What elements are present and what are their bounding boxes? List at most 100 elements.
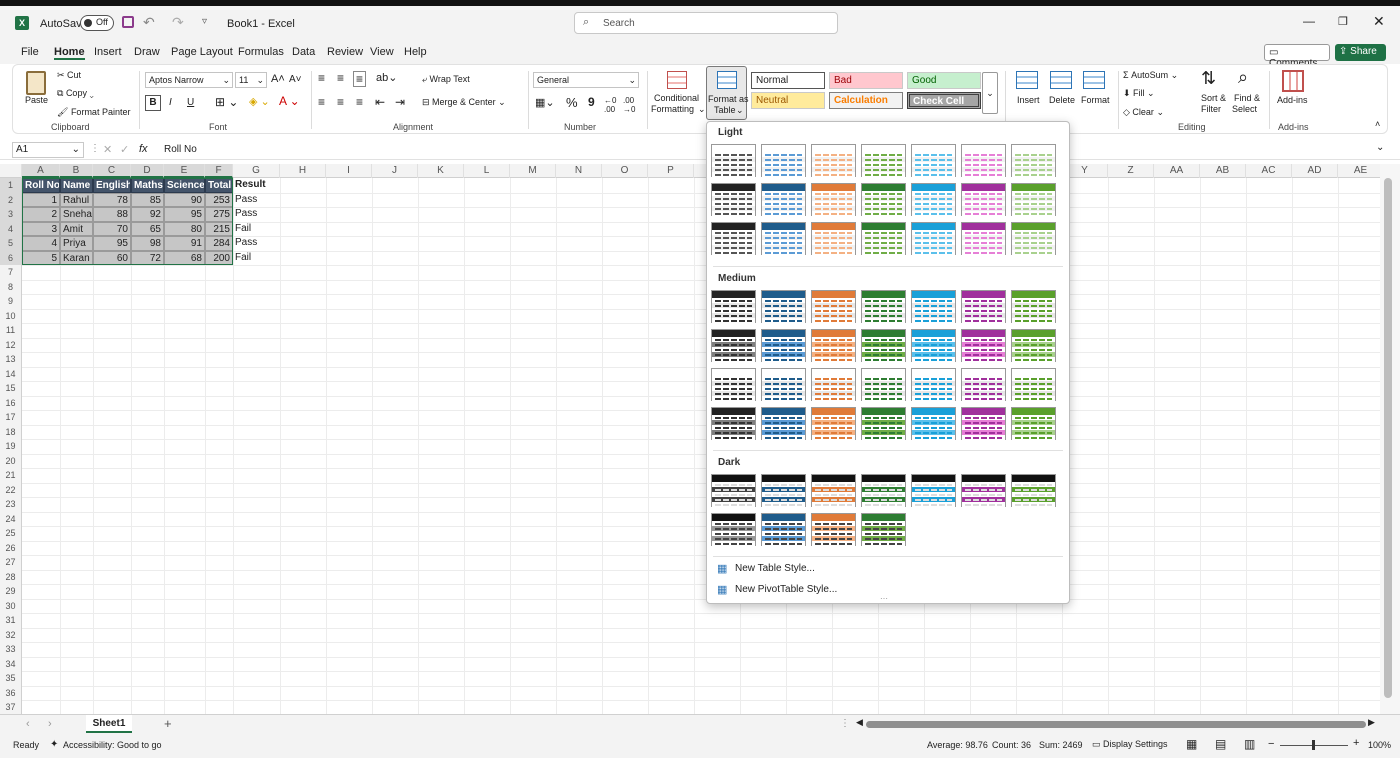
table-cell[interactable]: Karan (60, 250, 93, 265)
style-gallery-more-button[interactable]: ⌄ (982, 72, 998, 114)
style-calculation[interactable]: Calculation (829, 92, 903, 109)
table-style-dark[interactable] (861, 513, 906, 546)
row-header-28[interactable]: 28 (0, 569, 22, 584)
format-cells-label[interactable]: Format (1081, 95, 1110, 105)
table-style-medium[interactable] (711, 407, 756, 440)
decrease-font-icon[interactable]: A˅ (289, 74, 302, 85)
table-cell[interactable]: Amit (60, 221, 93, 236)
zoom-out-icon[interactable]: − (1268, 738, 1274, 750)
table-style-light[interactable] (961, 222, 1006, 255)
fill-color-icon[interactable]: ◈ ⌄ (249, 95, 270, 108)
page-break-view-icon[interactable]: ▥ (1244, 737, 1255, 751)
table-style-light[interactable] (811, 144, 856, 177)
paste-icon[interactable] (26, 71, 46, 95)
row-header-34[interactable]: 34 (0, 656, 22, 671)
table-cell[interactable]: 72 (131, 250, 164, 265)
table-style-light[interactable] (811, 183, 856, 216)
autosave-toggle[interactable]: Off (80, 15, 114, 31)
column-header-K[interactable]: K (418, 164, 464, 178)
row-header-22[interactable]: 22 (0, 482, 22, 497)
comma-style-button[interactable]: 9 (588, 95, 595, 109)
table-style-dark[interactable] (711, 474, 756, 507)
table-cell[interactable]: 68 (164, 250, 205, 265)
expand-formula-icon[interactable]: ⌄ (1376, 142, 1384, 153)
column-header-N[interactable]: N (556, 164, 602, 178)
row-header-3[interactable]: 3 (0, 207, 22, 222)
cut-button[interactable]: ✂ Cut (57, 70, 81, 81)
table-style-medium[interactable] (911, 329, 956, 362)
delete-cells-icon[interactable] (1050, 71, 1072, 89)
table-style-dark[interactable] (811, 513, 856, 546)
table-style-medium[interactable] (861, 407, 906, 440)
increase-decimal-icon[interactable]: ←0.00 (604, 96, 616, 114)
table-style-medium[interactable] (961, 368, 1006, 401)
zoom-in-icon[interactable]: + (1353, 737, 1359, 749)
column-header-D[interactable]: D (131, 164, 164, 178)
sheet-tab-sheet1[interactable]: Sheet1 (86, 715, 132, 733)
row-header-6[interactable]: 6 (0, 250, 22, 265)
horizontal-scrollbar[interactable]: ◀ ▶ (856, 717, 1376, 729)
table-style-medium[interactable] (1011, 329, 1056, 362)
table-style-dark[interactable] (861, 474, 906, 507)
column-header-AE[interactable]: AE (1338, 164, 1380, 178)
align-bottom-icon[interactable]: ≡ (353, 71, 367, 87)
copy-button[interactable]: ⧉ Copy ⌄ (57, 88, 94, 99)
worksheet-grid[interactable]: ABCDEFGHIJKLMNOPQRSTUVWXYZAAABACADAE1234… (0, 164, 1380, 714)
row-header-9[interactable]: 9 (0, 294, 22, 309)
align-right-icon[interactable]: ≡ (356, 95, 363, 109)
italic-button[interactable]: I (169, 97, 172, 108)
column-header-Z[interactable]: Z (1108, 164, 1154, 178)
next-sheet-icon[interactable]: › (48, 718, 52, 730)
header-cell[interactable]: Name (60, 178, 93, 193)
column-header-AD[interactable]: AD (1292, 164, 1338, 178)
table-style-dark[interactable] (961, 474, 1006, 507)
table-style-medium[interactable] (961, 329, 1006, 362)
row-header-20[interactable]: 20 (0, 453, 22, 468)
vertical-scrollbar[interactable] (1380, 164, 1400, 714)
paste-label[interactable]: Paste (25, 95, 48, 105)
table-style-light[interactable] (711, 144, 756, 177)
undo-icon[interactable]: ↶ (143, 14, 155, 31)
accounting-format-icon[interactable]: ▦⌄ (535, 96, 555, 109)
table-style-light[interactable] (961, 183, 1006, 216)
fill-button[interactable]: ⬇ Fill ⌄ (1123, 88, 1155, 99)
column-header-AB[interactable]: AB (1200, 164, 1246, 178)
column-header-E[interactable]: E (164, 164, 205, 178)
share-button[interactable]: ⇪ Share (1335, 44, 1386, 61)
table-style-light[interactable] (811, 222, 856, 255)
table-style-medium[interactable] (761, 368, 806, 401)
table-cell[interactable]: 95 (164, 207, 205, 222)
row-header-7[interactable]: 7 (0, 265, 22, 280)
table-cell[interactable]: 200 (205, 250, 233, 265)
table-cell[interactable]: 2 (22, 207, 60, 222)
table-style-medium[interactable] (911, 290, 956, 323)
table-style-medium[interactable] (861, 290, 906, 323)
table-style-light[interactable] (861, 222, 906, 255)
table-style-dark[interactable] (711, 513, 756, 546)
style-good[interactable]: Good (907, 72, 981, 89)
column-header-P[interactable]: P (648, 164, 694, 178)
row-header-19[interactable]: 19 (0, 439, 22, 454)
row-header-4[interactable]: 4 (0, 221, 22, 236)
decrease-decimal-icon[interactable]: .00 →0 (623, 96, 635, 114)
column-header-M[interactable]: M (510, 164, 556, 178)
column-header-AA[interactable]: AA (1154, 164, 1200, 178)
table-cell[interactable]: 5 (22, 250, 60, 265)
column-header-I[interactable]: I (326, 164, 372, 178)
row-header-26[interactable]: 26 (0, 540, 22, 555)
row-header-37[interactable]: 37 (0, 700, 22, 714)
table-cell[interactable]: Pass (233, 236, 280, 251)
row-header-10[interactable]: 10 (0, 308, 22, 323)
row-header-2[interactable]: 2 (0, 192, 22, 207)
table-style-medium[interactable] (811, 368, 856, 401)
table-style-medium[interactable] (861, 368, 906, 401)
column-header-H[interactable]: H (280, 164, 326, 178)
table-cell[interactable]: 90 (164, 192, 205, 207)
new-table-style-item[interactable]: New Table Style... (735, 563, 815, 574)
accessibility-status[interactable]: Accessibility: Good to go (63, 740, 162, 750)
table-cell[interactable]: 4 (22, 236, 60, 251)
row-header-24[interactable]: 24 (0, 511, 22, 526)
name-box[interactable]: A1 ⌄ (12, 142, 84, 158)
row-header-30[interactable]: 30 (0, 598, 22, 613)
prev-sheet-icon[interactable]: ‹ (26, 718, 30, 730)
